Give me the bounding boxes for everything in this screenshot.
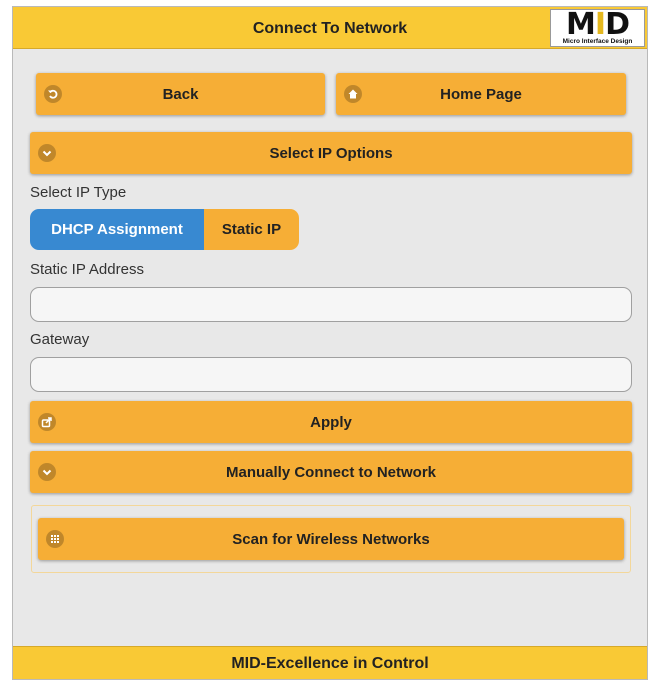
gateway-label: Gateway	[30, 331, 90, 348]
footer-bar: MID-Excellence in Control	[13, 646, 647, 679]
logo-subtitle: Micro Interface Design	[562, 38, 633, 45]
home-page-button[interactable]: Home Page	[336, 73, 626, 115]
static-ip-address-input[interactable]	[30, 287, 632, 322]
dhcp-assignment-option[interactable]: DHCP Assignment	[30, 209, 204, 250]
logo: MID Micro Interface Design	[550, 9, 645, 47]
select-ip-options-label: Select IP Options	[269, 144, 393, 162]
manually-connect-toggle[interactable]: Manually Connect to Network	[30, 451, 632, 493]
app-frame: Connect To Network MID Micro Interface D…	[12, 6, 648, 680]
back-button[interactable]: Back	[36, 73, 325, 115]
static-ip-address-label: Static IP Address	[30, 261, 144, 278]
gateway-input[interactable]	[30, 357, 632, 392]
select-ip-options-toggle[interactable]: Select IP Options	[30, 132, 632, 174]
scan-wireless-label: Scan for Wireless Networks	[232, 530, 430, 548]
footer-text: MID-Excellence in Control	[231, 655, 429, 672]
static-ip-option[interactable]: Static IP	[204, 209, 299, 250]
logo-mark: MID	[566, 7, 630, 42]
apply-button-label: Apply	[310, 413, 352, 431]
header-bar: Connect To Network MID Micro Interface D…	[13, 7, 647, 49]
apply-button[interactable]: Apply	[30, 401, 632, 443]
back-button-label: Back	[162, 85, 199, 103]
manually-connect-label: Manually Connect to Network	[225, 463, 437, 481]
ip-type-selector: DHCP Assignment Static IP	[30, 209, 299, 250]
scan-wireless-button[interactable]: Scan for Wireless Networks	[38, 518, 624, 560]
select-ip-type-label: Select IP Type	[30, 184, 127, 201]
home-page-button-label: Home Page	[440, 85, 522, 103]
